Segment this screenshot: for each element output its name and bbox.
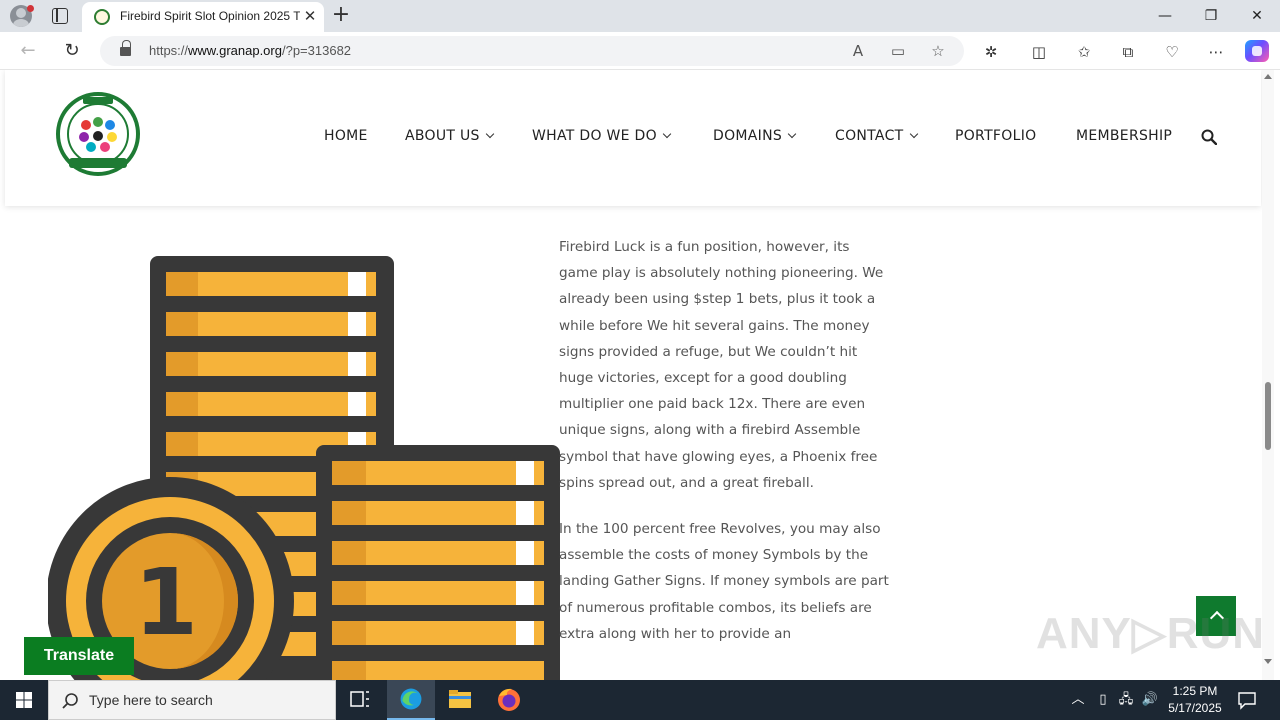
clock-time: 1:25 PM (1172, 684, 1218, 698)
minimize-button[interactable]: — (1142, 0, 1188, 32)
back-arrow-icon[interactable]: ← (16, 39, 40, 63)
tab-close-icon[interactable]: ✕ (301, 7, 319, 25)
nav-portfolio-label: PORTFOLIO (955, 128, 1037, 144)
chevron-down-icon (787, 129, 797, 139)
scroll-down-arrow-icon[interactable] (1264, 659, 1272, 664)
window-close-button[interactable]: ✕ (1234, 0, 1280, 32)
extensions-icon[interactable]: ✲ (980, 41, 1002, 63)
chevron-down-icon (485, 129, 494, 139)
collections-icon[interactable]: ⧉ (1117, 41, 1139, 63)
page-scrollbar[interactable] (1262, 70, 1274, 680)
nav-about-us[interactable]: ABOUT US (405, 128, 494, 144)
nav-portfolio[interactable]: PORTFOLIO (955, 128, 1036, 144)
tab-title: Firebird Spirit Slot Opinion 2025 Th (120, 9, 300, 23)
nav-home-label: HOME (324, 128, 368, 144)
volume-icon[interactable]: 🔊 (1140, 690, 1160, 710)
site-header: HOME ABOUT US WHAT DO WE DO DOMAINS CONT… (5, 70, 1261, 206)
article-paragraph: Firebird Luck is a fun position, however… (559, 239, 884, 491)
article-body: Firebird Luck is a fun position, however… (559, 234, 889, 667)
nav-contact[interactable]: CONTACT (835, 128, 918, 144)
page-viewport: HOME ABOUT US WHAT DO WE DO DOMAINS CONT… (0, 70, 1280, 680)
favorite-star-icon[interactable]: ☆ (928, 41, 948, 61)
coin-digit: 1 (134, 549, 198, 656)
lock-icon[interactable] (120, 40, 131, 57)
nav-membership[interactable]: MEMBERSHIP (1076, 128, 1172, 144)
taskbar-clock[interactable]: 1:25 PM 5/17/2025 (1160, 683, 1230, 717)
nav-about-us-label: ABOUT US (405, 128, 480, 144)
site-favicon-icon (94, 9, 110, 25)
clock-date: 5/17/2025 (1168, 701, 1222, 715)
translate-button[interactable]: Translate (24, 637, 134, 675)
device-icon[interactable]: ▯ (1093, 690, 1113, 710)
notification-dot-icon (27, 5, 34, 12)
browser-essentials-icon[interactable]: ♡ (1161, 41, 1183, 63)
taskbar-search-placeholder: Type here to search (89, 692, 213, 708)
browser-tab-active[interactable]: Firebird Spirit Slot Opinion 2025 Th ✕ (82, 2, 324, 32)
network-icon[interactable]: 🖧 (1116, 690, 1136, 710)
edge-taskbar-icon[interactable] (387, 680, 435, 720)
more-menu-icon[interactable]: ⋯ (1205, 41, 1227, 63)
read-aloud-icon[interactable]: A (848, 41, 868, 61)
coin-stack-illustration: 1 (48, 256, 560, 680)
nav-what-do-we-do-label: WHAT DO WE DO (532, 128, 657, 144)
show-hidden-icons-icon[interactable]: ︿ (1068, 690, 1088, 710)
taskbar-search-box[interactable]: Type here to search (48, 680, 336, 720)
search-icon (62, 693, 78, 709)
chevron-down-icon (662, 129, 672, 139)
address-bar[interactable]: https://www.granap.org/?p=313682 A ▭ ☆ (100, 36, 964, 66)
browser-toolbar: ← ↻ https://www.granap.org/?p=313682 A ▭… (0, 32, 1280, 70)
nav-domains[interactable]: DOMAINS (713, 128, 797, 144)
split-screen-icon[interactable]: ◫ (1028, 41, 1050, 63)
windows-taskbar: Type here to search ︿ ▯ 🖧 🔊 1:25 PM 5/17… (0, 680, 1280, 720)
tab-actions-icon[interactable] (52, 8, 68, 24)
search-icon[interactable] (1201, 129, 1217, 145)
copilot-icon[interactable] (1245, 40, 1269, 62)
granap-logo[interactable] (55, 92, 141, 178)
favorites-icon[interactable]: ✩ (1073, 41, 1095, 63)
article-paragraph: In the 100 percent free Revolves, you ma… (559, 521, 889, 642)
browser-tab-strip: Firebird Spirit Slot Opinion 2025 Th ✕ +… (0, 0, 1280, 32)
nav-contact-label: CONTACT (835, 128, 904, 144)
firefox-icon[interactable] (485, 680, 533, 720)
immersive-reader-icon[interactable]: ▭ (888, 41, 908, 61)
nav-what-do-we-do[interactable]: WHAT DO WE DO (532, 128, 672, 144)
restore-button[interactable]: ❐ (1188, 0, 1234, 32)
notifications-icon[interactable] (1236, 689, 1258, 711)
file-explorer-icon[interactable] (436, 680, 484, 720)
url-text[interactable]: https://www.granap.org/?p=313682 (149, 43, 351, 58)
refresh-icon[interactable]: ↻ (60, 39, 84, 63)
windows-start-icon[interactable] (0, 680, 48, 720)
scrollbar-thumb[interactable] (1265, 382, 1271, 450)
nav-domains-label: DOMAINS (713, 128, 783, 144)
nav-home[interactable]: HOME (324, 128, 368, 144)
chevron-down-icon (909, 129, 918, 139)
nav-membership-label: MEMBERSHIP (1076, 128, 1173, 144)
new-tab-button[interactable]: + (330, 4, 352, 27)
scroll-up-arrow-icon[interactable] (1264, 74, 1272, 79)
task-view-icon[interactable] (336, 680, 384, 720)
anyrun-watermark: ANY▷RUN (1036, 609, 1266, 658)
